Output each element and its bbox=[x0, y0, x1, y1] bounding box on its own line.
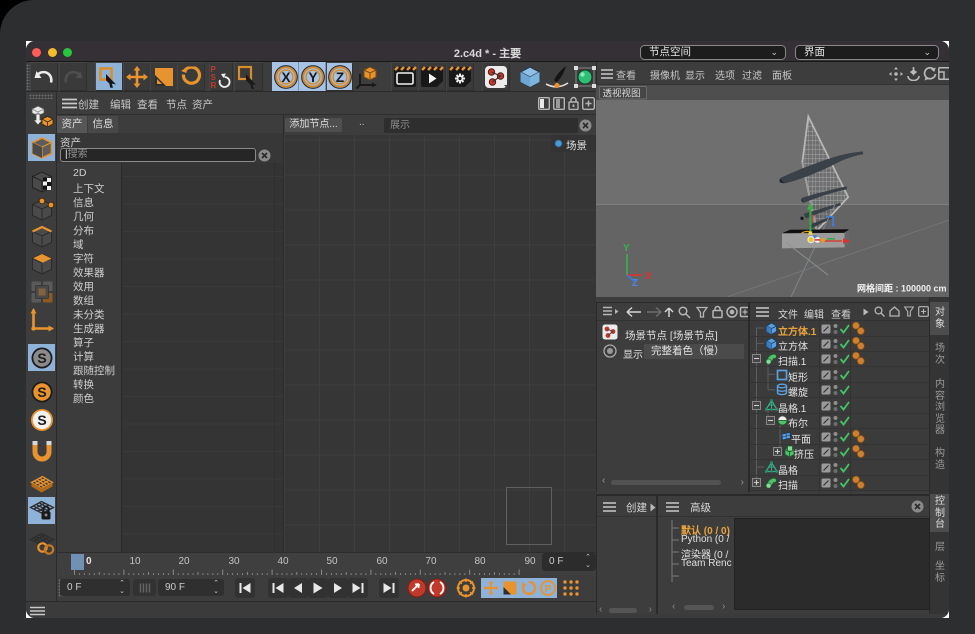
svg-text:X: X bbox=[645, 271, 652, 282]
svg-text:S: S bbox=[37, 350, 46, 366]
svg-text:Z: Z bbox=[335, 69, 343, 84]
svg-text:Y: Y bbox=[623, 243, 630, 254]
svg-text:P: P bbox=[544, 584, 551, 595]
svg-text:Z: Z bbox=[632, 278, 638, 289]
svg-text:Y: Y bbox=[308, 69, 317, 84]
svg-text:X: X bbox=[281, 69, 290, 84]
svg-text:透视视图: 透视视图 bbox=[603, 88, 641, 100]
svg-text:S: S bbox=[37, 384, 46, 400]
svg-text:R: R bbox=[211, 81, 217, 90]
svg-text:S: S bbox=[37, 412, 46, 428]
svg-text:网格间距 : 100000 cm: 网格间距 : 100000 cm bbox=[857, 283, 947, 294]
